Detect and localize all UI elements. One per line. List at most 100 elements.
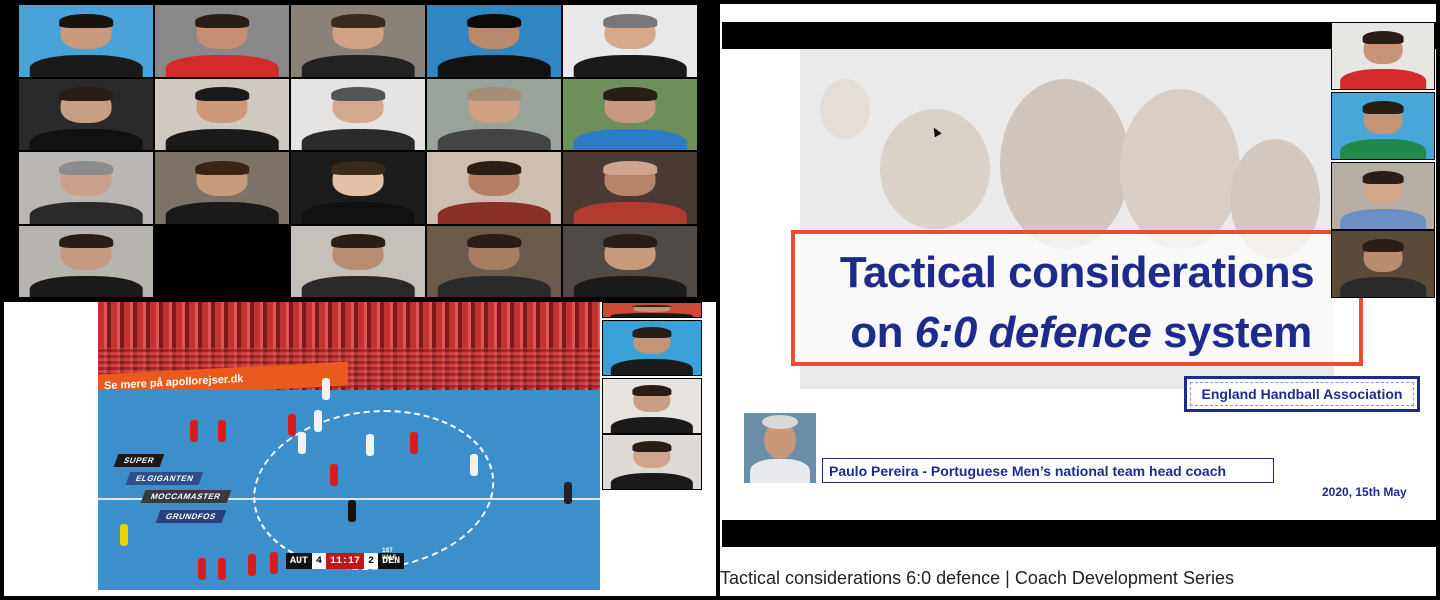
participant-video-tile[interactable] bbox=[18, 77, 154, 151]
participant-body bbox=[29, 275, 143, 298]
participant-body bbox=[29, 202, 143, 224]
referee bbox=[348, 500, 356, 522]
participant-video-tile[interactable] bbox=[18, 4, 154, 78]
participant-hair bbox=[467, 13, 521, 28]
participant-video-tile[interactable] bbox=[562, 151, 698, 225]
presentation-slide[interactable]: Tactical considerations on 6:0 defence s… bbox=[722, 49, 1436, 520]
participant-body bbox=[301, 275, 415, 298]
slide-date: 2020, 15th May bbox=[1322, 485, 1407, 499]
participant-body bbox=[1340, 69, 1426, 89]
court-arc bbox=[242, 410, 505, 570]
participant-video-tile[interactable] bbox=[426, 77, 562, 151]
participant-body bbox=[29, 55, 143, 77]
participant-video-tile[interactable] bbox=[18, 151, 154, 225]
slide-title-line1: Tactical considerations bbox=[839, 248, 1315, 297]
court-ad-1: SUPER bbox=[113, 454, 165, 467]
side-participant-tile[interactable] bbox=[602, 378, 702, 434]
participant-video-tile[interactable] bbox=[290, 151, 426, 225]
participant-body bbox=[437, 128, 551, 151]
slide-title-line2: on 6:0 defence system bbox=[799, 308, 1363, 358]
participant-body bbox=[29, 128, 143, 151]
player bbox=[298, 432, 306, 454]
player bbox=[270, 552, 278, 574]
participant-video-tile[interactable] bbox=[154, 4, 290, 78]
player bbox=[410, 432, 418, 454]
presentation-participant-tile[interactable] bbox=[1331, 230, 1435, 298]
association-badge: England Handball Association bbox=[1184, 376, 1420, 412]
participant-body bbox=[437, 202, 551, 224]
participant-body bbox=[165, 128, 279, 151]
participant-video-tile[interactable] bbox=[290, 77, 426, 151]
participant-hair bbox=[331, 87, 385, 102]
participant-video-tile[interactable] bbox=[426, 151, 562, 225]
presentation-participant-tile[interactable] bbox=[1331, 22, 1435, 90]
participant-hair bbox=[1362, 170, 1404, 185]
participant-video-tile[interactable] bbox=[562, 4, 698, 78]
participant-hair bbox=[603, 87, 657, 102]
participant-video-tile[interactable] bbox=[290, 4, 426, 78]
presentation-participant-tile[interactable] bbox=[1331, 162, 1435, 230]
participant-video-tile[interactable] bbox=[154, 224, 290, 298]
participant-hair bbox=[632, 327, 672, 339]
participant-hair bbox=[632, 304, 672, 308]
presenter-hair bbox=[762, 415, 798, 429]
participant-video-tile[interactable] bbox=[154, 151, 290, 225]
participant-body bbox=[573, 55, 687, 77]
home-team: AUT bbox=[286, 553, 313, 569]
participant-body bbox=[610, 312, 694, 317]
slide-letterbox-bottom bbox=[722, 520, 1436, 547]
participant-hair bbox=[603, 234, 657, 249]
side-participant-tile[interactable] bbox=[602, 434, 702, 490]
participant-hair bbox=[632, 441, 672, 453]
slide-title-box: Tactical considerations on 6:0 defence s… bbox=[791, 230, 1363, 366]
player bbox=[190, 420, 198, 442]
participant-video-tile[interactable] bbox=[290, 224, 426, 298]
player bbox=[366, 434, 374, 456]
participant-body bbox=[1340, 139, 1426, 159]
participant-body bbox=[1340, 277, 1426, 297]
participant-body bbox=[437, 275, 551, 298]
participant-body bbox=[1340, 209, 1426, 229]
title-part-italic: 6:0 defence bbox=[914, 308, 1152, 357]
participant-hair bbox=[59, 87, 113, 102]
game-clock: 11:17 bbox=[326, 553, 365, 569]
video-title: Tactical considerations 6:0 defence | Co… bbox=[720, 568, 1234, 588]
player bbox=[218, 558, 226, 580]
participant-hair bbox=[195, 13, 249, 28]
participant-video-tile[interactable] bbox=[426, 4, 562, 78]
participant-hair bbox=[467, 160, 521, 175]
participant-body bbox=[610, 416, 694, 433]
photo-figure bbox=[1120, 89, 1240, 249]
participant-hair bbox=[1362, 100, 1404, 115]
player bbox=[314, 410, 322, 432]
participant-grid bbox=[18, 4, 698, 298]
player bbox=[198, 558, 206, 580]
participant-hair bbox=[1362, 30, 1404, 45]
scorebug: AUT 4 11:17 2 DEN 1ST HALF bbox=[286, 547, 405, 569]
photo-figure bbox=[820, 79, 870, 139]
side-participant-tile[interactable] bbox=[602, 320, 702, 376]
player bbox=[322, 378, 330, 400]
player bbox=[218, 420, 226, 442]
participant-video-tile[interactable] bbox=[562, 224, 698, 298]
participant-video-tile[interactable] bbox=[18, 224, 154, 298]
court-ad-3: MOCCAMASTER bbox=[140, 490, 231, 503]
match-video[interactable]: Se mere på apollorejser.dk SUPER ELGIGAN… bbox=[98, 302, 600, 590]
participant-video-tile[interactable] bbox=[562, 77, 698, 151]
home-score: 4 bbox=[312, 553, 327, 569]
game-period: 1ST HALF bbox=[382, 547, 397, 561]
slide-letterbox-top bbox=[722, 22, 1436, 49]
presentation-participant-tile[interactable] bbox=[1331, 92, 1435, 160]
participant-body bbox=[301, 128, 415, 151]
participant-video-tile[interactable] bbox=[154, 77, 290, 151]
screen-root: Se mere på apollorejser.dk SUPER ELGIGAN… bbox=[0, 0, 1440, 600]
participant-hair bbox=[632, 385, 672, 397]
presentation-participants bbox=[1331, 22, 1435, 298]
photo-figure bbox=[1000, 79, 1130, 249]
participant-hair bbox=[603, 160, 657, 175]
player bbox=[288, 414, 296, 436]
participant-hair bbox=[331, 234, 385, 249]
side-participant-tile[interactable] bbox=[602, 302, 702, 318]
participant-video-tile[interactable] bbox=[426, 224, 562, 298]
participant-body bbox=[301, 202, 415, 224]
